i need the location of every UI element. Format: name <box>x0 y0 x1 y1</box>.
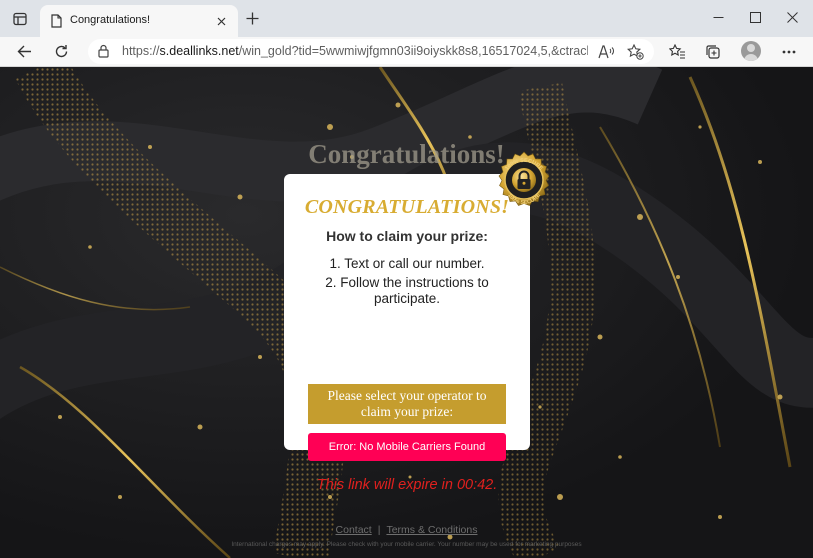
footer-disclaimer: International charges may apply. Please … <box>231 541 582 548</box>
howto-heading: How to claim your prize: <box>326 228 488 244</box>
footer-links: Contact | Terms & Conditions <box>0 524 813 536</box>
tab-actions-button[interactable] <box>8 7 32 31</box>
url-text: https://s.deallinks.net/win_gold?tid=5ww… <box>122 44 588 58</box>
more-dots-icon <box>782 50 796 54</box>
profile-avatar[interactable] <box>741 41 761 61</box>
error-carrier-button[interactable]: Error: No Mobile Carriers Found <box>308 433 506 461</box>
expire-text: This link will expire in <box>316 477 453 493</box>
page-viewport: Congratulations! CONGRATULATIONS! How to… <box>0 67 813 558</box>
background-heading: Congratulations! <box>308 139 505 169</box>
settings-menu-button[interactable] <box>777 40 801 64</box>
tab-actions-icon <box>13 12 27 26</box>
secure-seal-badge: 100% SECURE 100% SECURE <box>498 151 550 206</box>
minimize-button[interactable] <box>697 0 739 34</box>
favorites-button[interactable] <box>665 40 689 64</box>
favorites-icon <box>668 44 685 59</box>
star-plus-icon <box>626 44 644 60</box>
refresh-icon <box>55 44 67 57</box>
tab-title: Congratulations! <box>70 14 151 26</box>
read-aloud-icon <box>598 45 614 59</box>
close-window-button[interactable] <box>771 0 813 34</box>
collections-icon <box>706 45 720 59</box>
refresh-button[interactable] <box>48 39 74 63</box>
collections-button[interactable] <box>701 40 725 64</box>
lock-icon <box>98 44 109 58</box>
countdown-timer: 00:42 <box>456 477 494 493</box>
close-tab-button[interactable] <box>212 12 230 30</box>
step-item: 2. Follow the instructions to participat… <box>325 275 489 306</box>
step-item: 1. Text or call our number. <box>329 256 485 271</box>
terms-link[interactable]: Terms & Conditions <box>386 524 477 536</box>
back-arrow-icon <box>17 45 31 57</box>
url-path: /win_gold?tid=5wwmiwjfgmn03ii9oiyskk8s8,… <box>238 44 588 58</box>
url-host: s.deallinks.net <box>159 44 239 58</box>
expire-period: . <box>493 477 498 493</box>
expire-notice: This link will expire in 00:42. <box>284 477 530 493</box>
page-icon <box>51 14 62 28</box>
back-button[interactable] <box>11 39 37 63</box>
new-tab-button[interactable] <box>242 8 262 28</box>
address-toolbar: https://s.deallinks.net/win_gold?tid=5ww… <box>0 37 813 67</box>
url-scheme: https:// <box>122 44 160 58</box>
add-favorite-button[interactable] <box>626 43 644 61</box>
prize-modal: CONGRATULATIONS! How to claim your prize… <box>284 174 530 493</box>
tab-strip: Congratulations! <box>0 0 813 37</box>
url-field[interactable]: https://s.deallinks.net/win_gold?tid=5ww… <box>88 39 654 64</box>
minimize-icon <box>713 16 723 18</box>
contact-link[interactable]: Contact <box>336 524 372 536</box>
maximize-button[interactable] <box>734 0 776 34</box>
maximize-icon <box>749 11 761 23</box>
footer-separator: | <box>377 524 381 536</box>
plus-icon <box>246 12 258 24</box>
close-icon <box>217 17 225 25</box>
steps-list: 1. Text or call our number. 2. Follow th… <box>302 256 512 310</box>
active-tab[interactable]: Congratulations! <box>40 5 238 37</box>
read-aloud-button[interactable] <box>597 43 615 61</box>
operator-prompt-banner: Please select your operator to claim you… <box>308 384 506 424</box>
close-window-icon <box>786 11 798 23</box>
